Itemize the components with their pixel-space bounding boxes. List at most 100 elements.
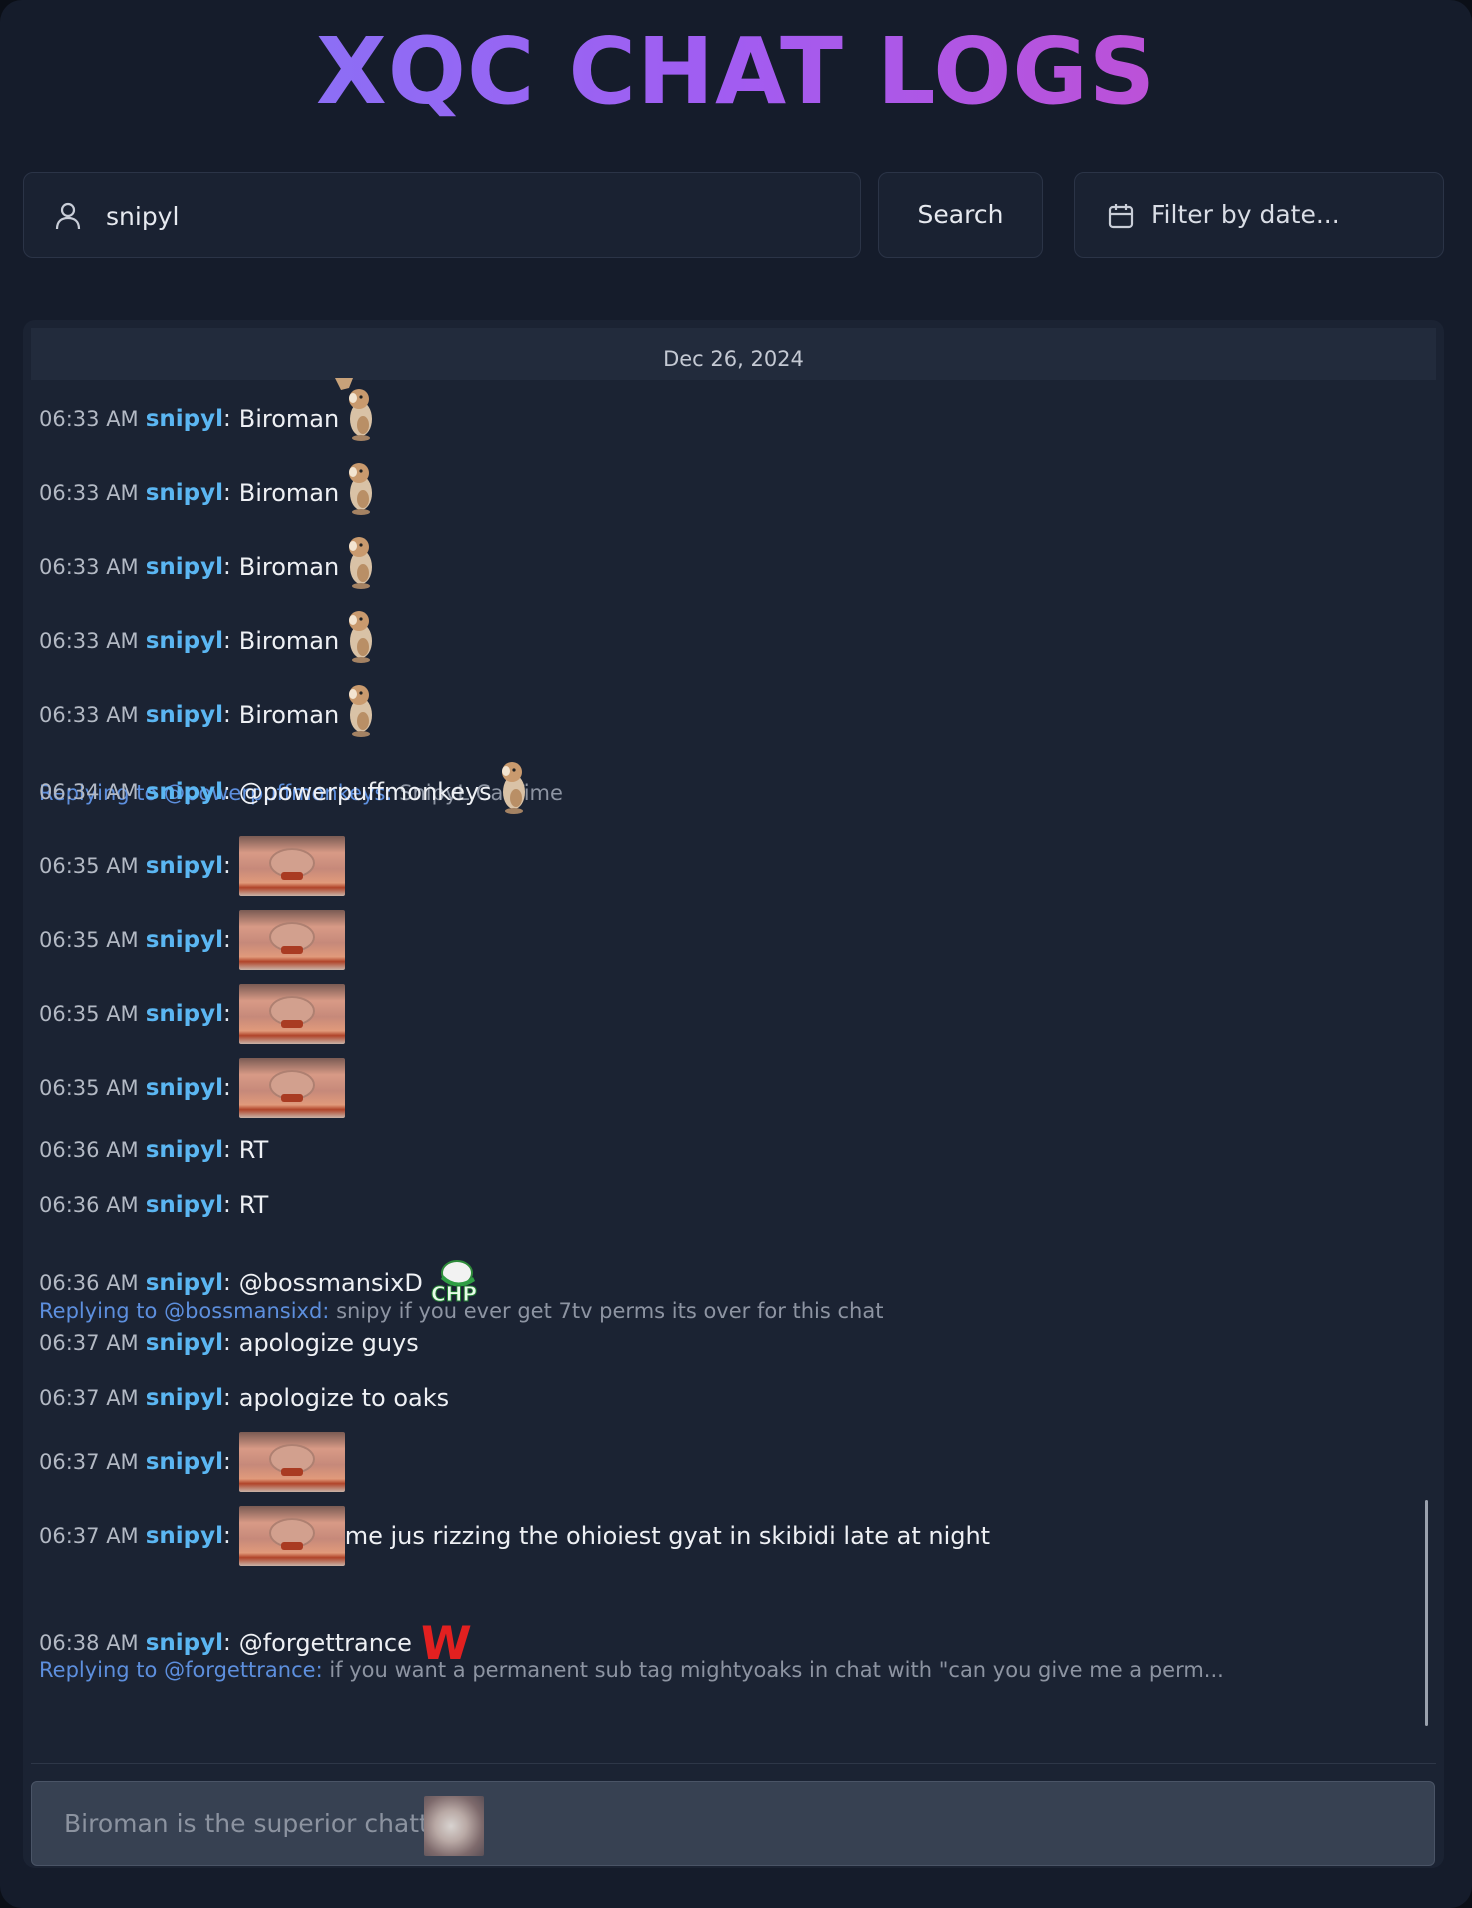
message-username[interactable]: snipyl	[146, 1385, 223, 1411]
cat-emote	[238, 984, 345, 1044]
message-text: Biroman	[238, 627, 340, 655]
chat-message: 06:37 AM snipyl:	[39, 1432, 345, 1492]
message-username[interactable]: snipyl	[146, 1001, 223, 1027]
message-timestamp: 06:37 AM	[39, 1386, 139, 1410]
message-timestamp: 06:33 AM	[39, 407, 139, 431]
chat-message: 06:36 AM snipyl: RT	[39, 1185, 268, 1225]
username-colon: :	[222, 1449, 231, 1475]
message-text: @forgettrance	[238, 1629, 412, 1657]
username-colon: :	[222, 480, 231, 506]
page-title: XQC CHAT LOGS	[0, 18, 1472, 125]
message-timestamp: 06:36 AM	[39, 1193, 139, 1217]
username-colon: :	[222, 779, 231, 805]
cat-emote	[238, 1432, 345, 1492]
chat-message: 06:37 AM snipyl: apologize guys	[39, 1323, 419, 1363]
message-username[interactable]: snipyl	[146, 1449, 223, 1475]
username-colon: :	[222, 853, 231, 879]
message-timestamp: 06:37 AM	[39, 1450, 139, 1474]
username-colon: :	[222, 1630, 231, 1656]
username-search-input[interactable]	[104, 173, 828, 259]
message-username[interactable]: snipyl	[146, 779, 223, 805]
message-timestamp: 06:36 AM	[39, 1271, 139, 1295]
message-timestamp: 06:33 AM	[39, 481, 139, 505]
message-username[interactable]: snipyl	[146, 1192, 223, 1218]
chat-log-panel[interactable]: Dec 26, 2024 06:33 AM snipyl: Biroman 06:33…	[23, 320, 1444, 1868]
username-colon: :	[222, 927, 231, 953]
divider	[31, 1763, 1436, 1764]
message-timestamp: 06:37 AM	[39, 1331, 139, 1355]
message-username[interactable]: snipyl	[146, 480, 223, 506]
username-colon: :	[222, 1001, 231, 1027]
message-username[interactable]: snipyl	[146, 554, 223, 580]
message-text: Biroman	[238, 701, 340, 729]
message-text: apologize to oaks	[238, 1384, 450, 1412]
username-search-field[interactable]	[23, 172, 861, 259]
username-colon: :	[222, 554, 231, 580]
chat-message: 06:35 AM snipyl:	[39, 1058, 345, 1118]
username-colon: :	[222, 1330, 231, 1356]
message-username[interactable]: snipyl	[146, 1270, 223, 1296]
message-username[interactable]: snipyl	[146, 1523, 223, 1549]
search-button[interactable]: Search	[878, 172, 1043, 258]
chp-cap-emote: CHP	[430, 1260, 477, 1305]
cat-emote	[238, 910, 345, 970]
message-username[interactable]: snipyl	[146, 927, 223, 953]
message-timestamp: 06:38 AM	[39, 1631, 139, 1655]
message-username[interactable]: snipyl	[146, 1137, 223, 1163]
user-icon	[55, 202, 81, 230]
message-text: Biroman	[238, 553, 340, 581]
scrollbar[interactable]	[1425, 1500, 1428, 1726]
cat-emote	[238, 836, 345, 896]
message-text: me jus rizzing the ohioiest gyat in skib…	[344, 1522, 991, 1550]
message-timestamp: 06:34 AM	[39, 780, 139, 804]
message-timestamp: 06:35 AM	[39, 928, 139, 952]
cat-emote	[238, 1506, 345, 1566]
message-text: Biroman	[238, 479, 340, 507]
message-timestamp: 06:33 AM	[39, 629, 139, 653]
date-filter-placeholder: Filter by date...	[1151, 200, 1340, 229]
chat-message: 06:34 AM snipyl: @powerpuffmonkeys	[39, 762, 530, 814]
message-timestamp: 06:36 AM	[39, 1138, 139, 1162]
message-text: @bossmansixD	[238, 1269, 423, 1297]
chat-message: 06:33 AM snipyl: Biroman	[39, 685, 377, 737]
username-colon: :	[222, 406, 231, 432]
message-username[interactable]: snipyl	[146, 628, 223, 654]
calendar-icon	[1108, 204, 1134, 229]
svg-text:CHP: CHP	[431, 1282, 477, 1305]
username-colon: :	[222, 1192, 231, 1218]
message-username[interactable]: snipyl	[146, 853, 223, 879]
username-colon: :	[222, 1270, 231, 1296]
message-timestamp: 06:37 AM	[39, 1524, 139, 1548]
message-text: RT	[238, 1136, 269, 1164]
message-username[interactable]: snipyl	[146, 1630, 223, 1656]
message-username[interactable]: snipyl	[146, 1075, 223, 1101]
username-colon: :	[222, 1385, 231, 1411]
message-username[interactable]: snipyl	[146, 702, 223, 728]
username-colon: :	[222, 1075, 231, 1101]
message-timestamp: 06:33 AM	[39, 703, 139, 727]
chat-message: 06:35 AM snipyl:	[39, 910, 345, 970]
message-text: @powerpuffmonkeys	[238, 778, 492, 806]
hamster-emote	[349, 537, 373, 589]
username-colon: :	[222, 1523, 231, 1549]
date-filter-field[interactable]: Filter by date...	[1074, 172, 1444, 258]
cat-emote	[238, 1058, 345, 1118]
chat-message: 06:35 AM snipyl:	[39, 836, 345, 896]
username-colon: :	[222, 628, 231, 654]
username-colon: :	[222, 702, 231, 728]
hamster-emote	[349, 463, 373, 515]
app-window: XQC CHAT LOGS Search Filter by date... D…	[0, 0, 1472, 1908]
chat-message: 06:36 AM snipyl: @bossmansixD CHP	[39, 1260, 479, 1305]
message-username[interactable]: snipyl	[146, 1330, 223, 1356]
message-timestamp: 06:33 AM	[39, 555, 139, 579]
message-text: apologize guys	[238, 1329, 419, 1357]
hamster-emote	[501, 762, 525, 814]
chat-message: 06:33 AM snipyl: Biroman	[39, 611, 377, 663]
message-username[interactable]: snipyl	[146, 406, 223, 432]
hamster-emote	[349, 611, 373, 663]
message-text: Biroman	[238, 405, 340, 433]
username-colon: :	[222, 1137, 231, 1163]
message-timestamp: 06:35 AM	[39, 1002, 139, 1026]
w-emote: W	[418, 1616, 473, 1670]
chat-message: 06:37 AM snipyl: apologize to oaks	[39, 1378, 449, 1418]
